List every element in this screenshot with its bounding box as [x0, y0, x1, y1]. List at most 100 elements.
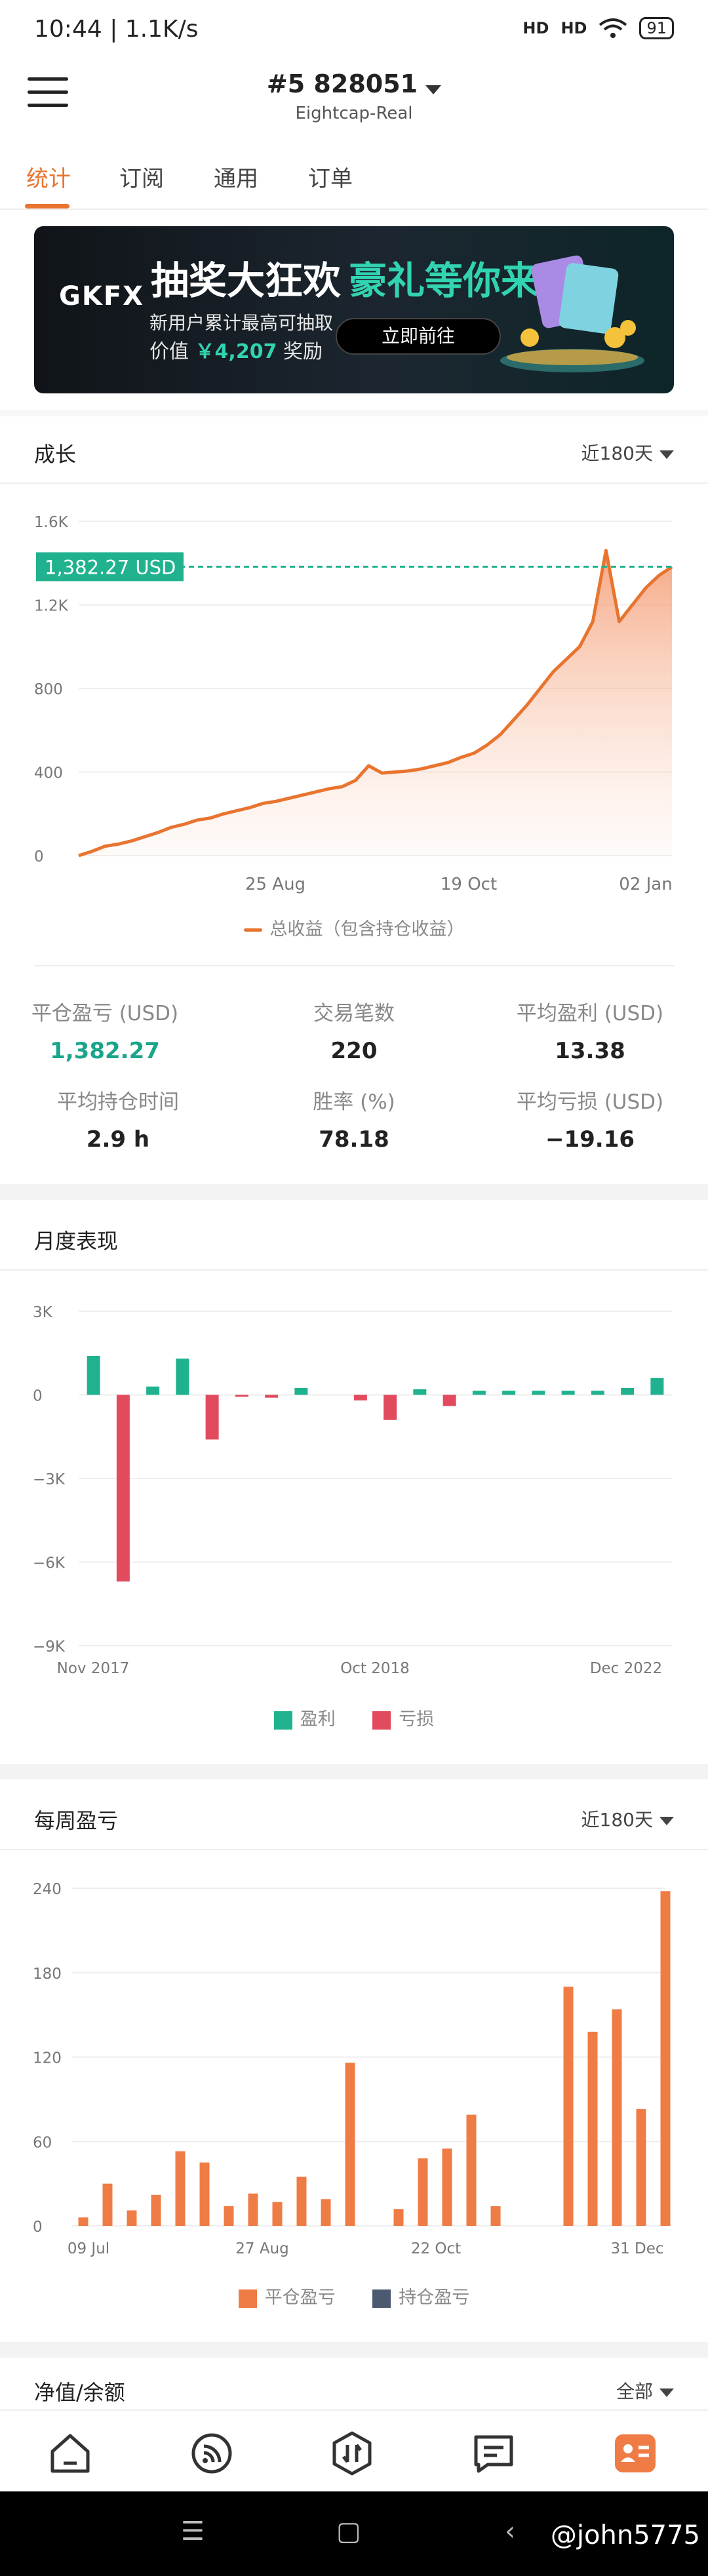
weekly-bar	[78, 2217, 88, 2226]
y-tick-label: 1.6K	[34, 514, 69, 531]
y-tick-label: 180	[33, 1966, 62, 1983]
banner-amount: ￥4,207	[195, 340, 277, 363]
growth-area	[79, 550, 672, 856]
y-tick-label: 60	[33, 2134, 52, 2151]
monthly-bar	[442, 1395, 456, 1406]
tab-bar: 统计 订阅 通用 订单	[0, 154, 708, 210]
watermark: @john5775	[550, 2520, 700, 2550]
range-selector[interactable]: 近180天	[581, 1806, 674, 1832]
back-icon[interactable]: ‹	[505, 2516, 515, 2546]
monthly-legend: 盈利 亏损	[0, 1705, 708, 1730]
stat-win-rate: 胜率 (%) 78.18	[313, 1090, 395, 1153]
legend-swatch-profit	[273, 1711, 292, 1730]
legend-swatch	[243, 928, 262, 932]
weekly-bar	[393, 2209, 404, 2226]
weekly-bar	[587, 2031, 598, 2226]
weekly-bar	[660, 1891, 671, 2226]
profile-icon[interactable]	[612, 2430, 658, 2476]
monthly-bar	[472, 1391, 486, 1395]
x-tick-label: Dec 2022	[590, 1660, 662, 1677]
tab-general[interactable]: 通用	[214, 161, 258, 193]
weekly-bar	[199, 2162, 210, 2226]
weekly-bar	[175, 2151, 186, 2226]
weekly-bar	[272, 2202, 283, 2226]
stat-avg-profit: 平均盈利 (USD) 13.38	[516, 1002, 664, 1064]
recent-apps-icon[interactable]: ☰	[181, 2516, 205, 2546]
x-tick-label: 02 Jan	[619, 875, 672, 894]
divider	[34, 965, 674, 966]
signal-icon: HD	[522, 19, 549, 37]
home-icon[interactable]	[47, 2430, 93, 2476]
brand-logo: GKFX	[59, 281, 144, 311]
y-tick-label: 240	[33, 1881, 62, 1898]
account-number: #5 828051	[266, 69, 418, 98]
current-value-label: 1,382.27 USD	[45, 556, 176, 578]
weekly-bar	[490, 2206, 501, 2226]
monthly-bar	[532, 1391, 545, 1395]
monthly-bar	[413, 1389, 427, 1395]
legend-swatch-loss	[372, 1711, 391, 1730]
banner-cta-button[interactable]: 立即前往	[336, 318, 501, 355]
system-nav-bar: ☰ ▢ ‹ @john5775	[0, 2491, 708, 2576]
monthly-bar	[265, 1395, 279, 1398]
growth-chart: 0 400 800 1.2K 1.6K 1,382.27 USD 25 Aug 19 Oct 0…	[34, 514, 673, 894]
monthly-bar	[502, 1391, 516, 1395]
status-bar: 10:44 | 1.1K/s HD HD 91	[0, 0, 708, 62]
x-tick-label: 27 Aug	[235, 2240, 289, 2257]
x-tick-label: 22 Oct	[411, 2240, 461, 2257]
x-tick-label: 09 Jul	[68, 2240, 109, 2257]
monthly-bar	[384, 1395, 397, 1420]
x-tick-label: 31 Dec	[610, 2240, 663, 2257]
section-title: 净值/余额	[34, 2380, 125, 2405]
stat-trade-count: 交易笔数 220	[313, 1002, 395, 1064]
banner-headline-1: 抽奖大狂欢	[151, 258, 342, 303]
section-divider	[0, 2342, 708, 2358]
monthly-header: 月度表现	[0, 1200, 708, 1271]
chevron-down-icon	[659, 2388, 674, 2397]
tab-statistics[interactable]: 统计	[26, 161, 71, 193]
account-selector[interactable]: #5 828051 Eightcap-Real	[0, 69, 708, 123]
weekly-bar	[151, 2194, 161, 2226]
messages-icon[interactable]	[471, 2430, 517, 2476]
y-tick-label: 0	[34, 848, 44, 865]
monthly-bar	[116, 1395, 130, 1582]
weekly-legend: 平仓盈亏 持仓盈亏	[0, 2283, 708, 2308]
section-title: 每周盈亏	[34, 1808, 119, 1833]
stat-closed-pnl: 平仓盈亏 (USD) 1,382.27	[31, 1002, 179, 1064]
promo-banner[interactable]: GKFX 抽奖大狂欢 豪礼等你来 新用户累计最高可抽取 价值 ￥4,207 奖励…	[34, 226, 674, 393]
legend-swatch-closed	[238, 2289, 257, 2308]
weekly-bar	[321, 2199, 331, 2226]
y-tick-label: −6K	[33, 1555, 66, 1572]
section-title: 成长	[34, 442, 77, 467]
y-tick-label: 3K	[33, 1304, 53, 1321]
tab-subscription[interactable]: 订阅	[119, 161, 164, 193]
y-tick-label: −3K	[33, 1471, 66, 1488]
weekly-bar	[418, 2158, 428, 2226]
stat-avg-hold-time: 平均持仓时间 2.9 h	[57, 1090, 179, 1153]
weekly-bar	[127, 2210, 137, 2226]
weekly-bar	[466, 2114, 477, 2226]
x-tick-label: 25 Aug	[245, 875, 305, 894]
chevron-down-icon	[659, 450, 674, 459]
weekly-bar	[248, 2193, 258, 2226]
growth-legend: 总收益（包含持仓收益）	[0, 915, 708, 940]
gift-cards-illustration	[500, 255, 644, 372]
stat-avg-loss: 平均亏损 (USD) −19.16	[516, 1090, 664, 1153]
section-title: 月度表现	[34, 1229, 119, 1254]
tab-orders[interactable]: 订单	[308, 161, 353, 193]
weekly-bar	[636, 2109, 646, 2226]
monthly-bar	[146, 1386, 160, 1395]
banner-subtext: 新用户累计最高可抽取	[149, 312, 334, 334]
x-tick-label: 19 Oct	[441, 875, 497, 894]
range-selector[interactable]: 全部	[616, 2377, 674, 2404]
chevron-down-icon	[659, 1816, 674, 1825]
weekly-chart: 0 60 120 180 240 09 Jul 27 Aug 22 Oct 31 Dec	[33, 1881, 671, 2257]
y-tick-label: 0	[33, 1388, 43, 1405]
home-button-icon[interactable]: ▢	[336, 2516, 361, 2546]
weekly-bar	[296, 2176, 307, 2226]
y-tick-label: 1.2K	[34, 598, 69, 615]
feed-icon[interactable]	[189, 2430, 235, 2476]
trade-icon[interactable]	[329, 2430, 375, 2476]
range-selector[interactable]: 近180天	[581, 439, 674, 466]
growth-header: 成长 近180天	[0, 413, 708, 484]
